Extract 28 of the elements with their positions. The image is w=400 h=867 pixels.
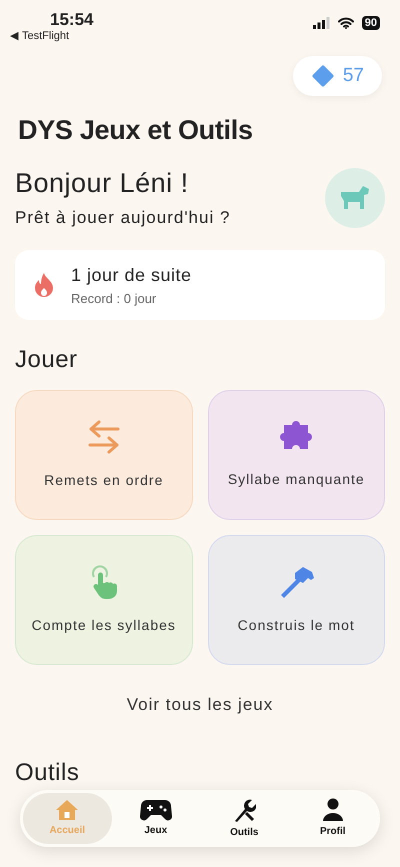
home-icon [55,799,80,821]
wifi-icon [338,17,354,29]
tab-item[interactable]: Outils [200,793,288,844]
streak-title: 1 jour de suite [71,264,192,287]
gamepad-icon [140,799,172,821]
game-card[interactable]: Construis le mot [208,535,385,665]
back-arrow-icon[interactable]: ◀ [10,30,18,43]
back-link[interactable]: TestFlight [22,30,70,43]
game-card[interactable]: Compte les syllabes [15,535,192,665]
streak-record: Record : 0 jour [71,290,158,308]
battery-indicator: 90 [362,16,380,30]
greeting-subtitle: Prêt à jouer aujourd'hui ? [15,206,230,228]
signal-icon [312,17,330,29]
see-all-link[interactable]: Voir tous les jeux [120,691,280,718]
section-heading: Outils [15,758,80,788]
section-heading: Jouer [15,345,79,375]
gem-count: 57 [342,65,364,87]
clock-text: 15:54 [50,10,94,30]
greeting-title: Bonjour Léni ! [15,166,190,198]
swap-arrows-icon [88,420,120,454]
game-card[interactable]: Syllabe manquante [208,390,385,520]
tab-item[interactable]: Profil [288,793,377,844]
app-title: DYS Jeux et Outils [18,114,254,147]
wrench-screwdriver-icon [232,797,256,823]
flame-icon [33,272,55,298]
tab-item[interactable]: Jeux [112,793,200,844]
person-icon [322,798,344,822]
game-card[interactable]: Remets en ordre [15,390,192,520]
